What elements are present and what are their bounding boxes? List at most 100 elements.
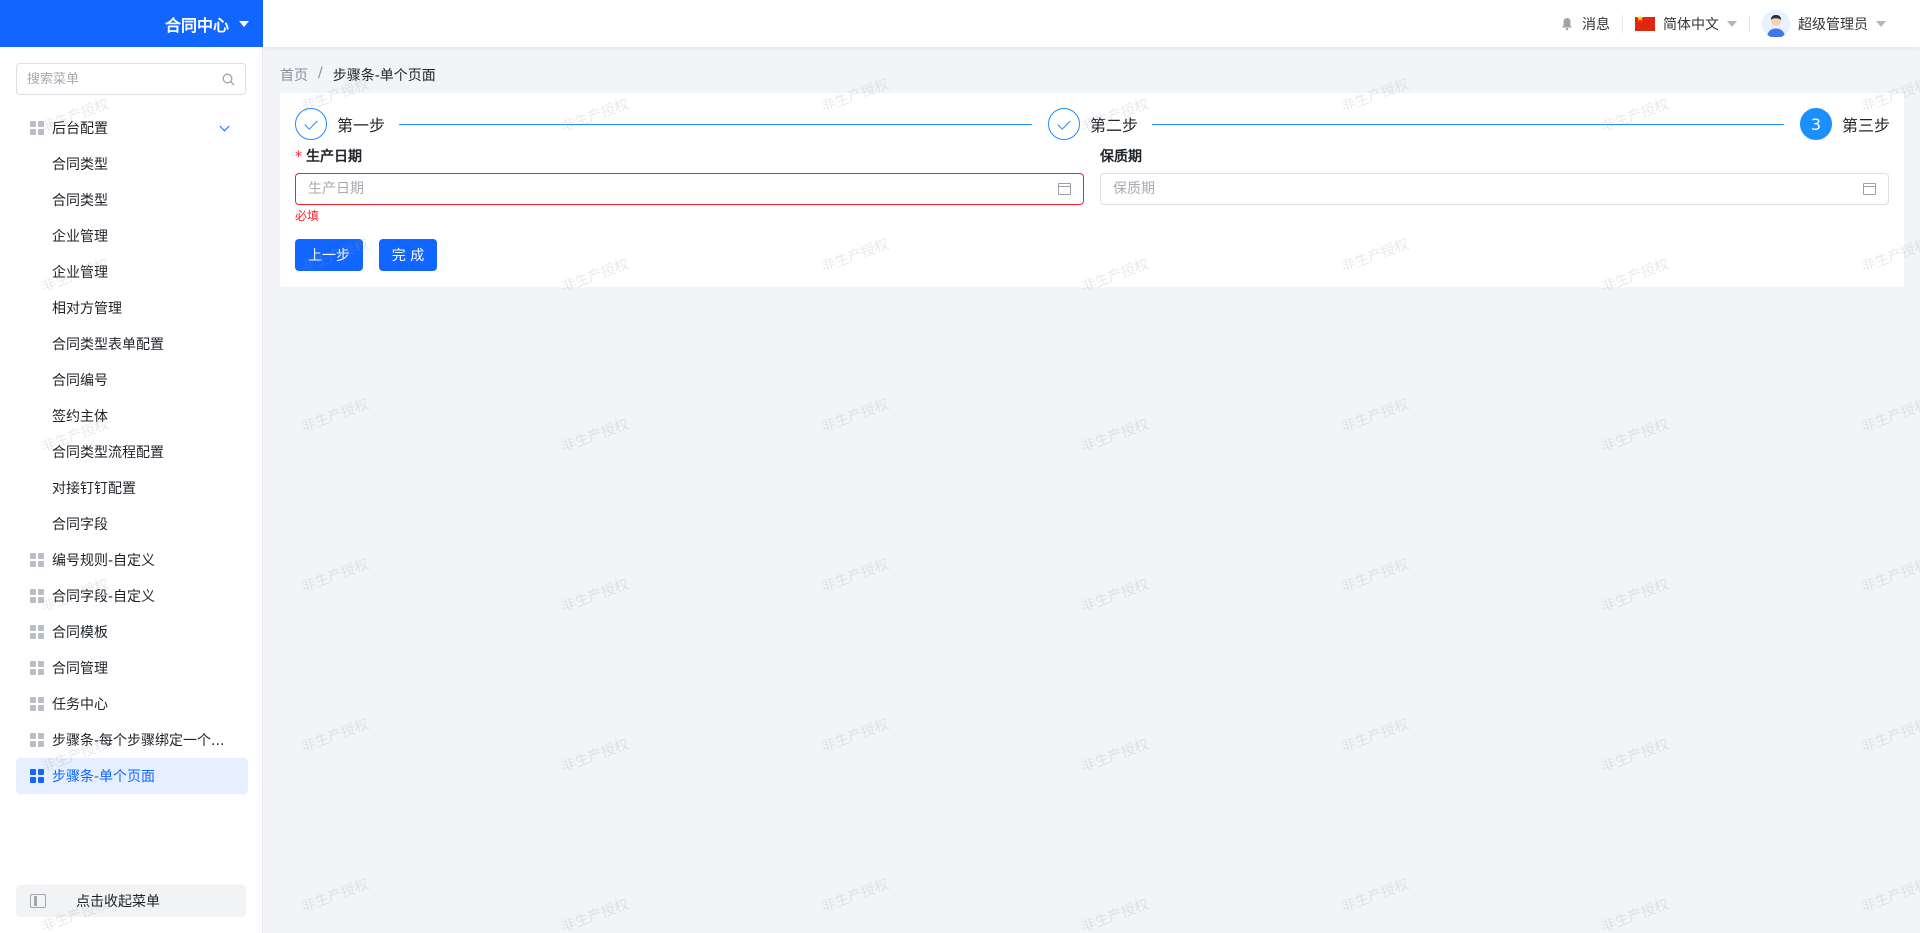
- menu-item-contract-type[interactable]: 合同类型: [16, 146, 248, 182]
- grid-icon: [30, 553, 44, 567]
- finish-button[interactable]: 完 成: [379, 239, 437, 271]
- watermark-text: 非生产授权: [1339, 556, 1411, 596]
- menu-item-contract-type-flow-config[interactable]: 合同类型流程配置: [16, 434, 248, 470]
- menu-search-input[interactable]: [27, 71, 222, 87]
- grid-icon: [30, 625, 44, 639]
- menu-item-steps-multi-page[interactable]: 步骤条-每个步骤绑定一个...: [16, 722, 248, 758]
- watermark-text: 非生产授权: [1599, 896, 1671, 933]
- menu-item-label: 步骤条-单个页面: [52, 769, 156, 785]
- menu-item-label: 合同字段-自定义: [52, 589, 156, 605]
- app-title: 合同中心: [164, 15, 229, 35]
- watermark-text: 非生产授权: [819, 876, 891, 916]
- watermark-text: 非生产授权: [299, 396, 371, 436]
- menu-item-enterprise-management[interactable]: 企业管理: [16, 218, 248, 254]
- menu-item-contract-template[interactable]: 合同模板: [16, 614, 248, 650]
- sidebar-menu: 后台配置 合同类型 合同类型 企业管理 企业管理 相对方管理 合同类型表单配置 …: [16, 110, 248, 794]
- watermark-text: 非生产授权: [1079, 736, 1151, 776]
- menu-item-counterparty-management[interactable]: 相对方管理: [16, 290, 248, 326]
- menu-item-label: 合同编号: [52, 373, 108, 389]
- step-title: 第三步: [1842, 116, 1891, 135]
- menu-item-label: 合同字段: [52, 517, 108, 533]
- step-current-number: 3: [1800, 108, 1832, 140]
- watermark-text: 非生产授权: [299, 716, 371, 756]
- step-finished-icon: [1048, 108, 1080, 140]
- watermark-text: 非生产授权: [299, 556, 371, 596]
- top-bar: 消息 简体中文 超级管理员: [263, 0, 1920, 47]
- menu-item-label: 企业管理: [52, 265, 108, 281]
- menu-search: [16, 63, 246, 95]
- menu-item-contract-field[interactable]: 合同字段: [16, 506, 248, 542]
- menu-item-label: 任务中心: [52, 697, 108, 713]
- grid-icon: [30, 121, 44, 135]
- user-name: 超级管理员: [1798, 16, 1868, 33]
- watermark-text: 非生产授权: [1079, 416, 1151, 456]
- watermark-text: 非生产授权: [1859, 716, 1920, 756]
- calendar-icon[interactable]: [1863, 183, 1876, 195]
- menu-item-numbering-rules[interactable]: 编号规则-自定义: [16, 542, 248, 578]
- menu-item-label: 合同管理: [52, 661, 108, 677]
- step-form-card: 第一步 第二步 3 第三步 *生产日期 必填 保质期 上一步 完 成: [280, 93, 1904, 287]
- shelf-life-label: 保质期: [1100, 149, 1142, 165]
- avatar: [1762, 9, 1790, 38]
- breadcrumb-home-link[interactable]: 首页: [280, 65, 308, 85]
- messages-button[interactable]: 消息: [1548, 0, 1622, 47]
- menu-item-enterprise-management-2[interactable]: 企业管理: [16, 254, 248, 290]
- menu-item-contract-field-custom[interactable]: 合同字段-自定义: [16, 578, 248, 614]
- menu-item-contract-management[interactable]: 合同管理: [16, 650, 248, 686]
- menu-item-task-center[interactable]: 任务中心: [16, 686, 248, 722]
- step-title: 第一步: [337, 116, 386, 135]
- grid-icon: [30, 769, 44, 783]
- menu-item-dingtalk-config[interactable]: 对接钉钉配置: [16, 470, 248, 506]
- watermark-text: 非生产授权: [299, 876, 371, 916]
- step-connector: [1152, 124, 1784, 125]
- watermark-text: 非生产授权: [1079, 576, 1151, 616]
- menu-item-contract-type-2[interactable]: 合同类型: [16, 182, 248, 218]
- watermark-text: 非生产授权: [1339, 876, 1411, 916]
- step-2: 第二步: [1048, 108, 1138, 140]
- user-menu[interactable]: 超级管理员: [1750, 0, 1898, 47]
- step-connector: [399, 124, 1032, 125]
- watermark-text: 非生产授权: [559, 896, 631, 933]
- menu-item-backend-config[interactable]: 后台配置: [16, 110, 248, 146]
- production-date-input[interactable]: [308, 181, 1058, 197]
- production-date-label: * 生产日期: [295, 146, 362, 166]
- menu-item-steps-single-page[interactable]: 步骤条-单个页面: [16, 758, 248, 794]
- shelf-life-picker: [1100, 173, 1889, 205]
- messages-label: 消息: [1582, 16, 1610, 33]
- menu-item-label: 对接钉钉配置: [52, 481, 136, 497]
- menu-item-label: 签约主体: [52, 409, 108, 425]
- watermark-text: 非生产授权: [1079, 896, 1151, 933]
- breadcrumb-separator: /: [318, 65, 323, 81]
- step-3: 3 第三步: [1800, 108, 1890, 140]
- watermark-text: 非生产授权: [1859, 396, 1920, 436]
- watermark-text: 非生产授权: [1339, 396, 1411, 436]
- search-icon[interactable]: [222, 73, 235, 86]
- prev-step-button[interactable]: 上一步: [295, 239, 363, 271]
- watermark-text: 非生产授权: [1599, 736, 1671, 776]
- watermark-text: 非生产授权: [559, 576, 631, 616]
- step-1: 第一步: [295, 108, 385, 140]
- production-date-label-text: 生产日期: [306, 149, 362, 165]
- watermark-text: 非生产授权: [559, 736, 631, 776]
- menu-item-label: 企业管理: [52, 229, 108, 245]
- step-title: 第二步: [1090, 116, 1139, 135]
- breadcrumb: 首页 / 步骤条-单个页面: [280, 65, 436, 85]
- menu-item-signing-entity[interactable]: 签约主体: [16, 398, 248, 434]
- collapse-menu-label: 点击收起菜单: [76, 894, 160, 910]
- shelf-life-input[interactable]: [1113, 181, 1863, 197]
- menu-item-contract-type-form-config[interactable]: 合同类型表单配置: [16, 326, 248, 362]
- menu-item-contract-number[interactable]: 合同编号: [16, 362, 248, 398]
- grid-icon: [30, 697, 44, 711]
- watermark-text: 非生产授权: [559, 416, 631, 456]
- collapse-menu-button[interactable]: 点击收起菜单: [16, 885, 246, 917]
- user-avatar-icon: [1762, 9, 1790, 38]
- grid-icon: [30, 589, 44, 603]
- language-selector[interactable]: 简体中文: [1623, 0, 1749, 47]
- calendar-icon[interactable]: [1058, 183, 1071, 195]
- step-finished-icon: [295, 108, 327, 140]
- grid-icon: [30, 661, 44, 675]
- breadcrumb-current: 步骤条-单个页面: [332, 68, 436, 84]
- production-date-error: 必填: [295, 209, 320, 223]
- app-switcher[interactable]: 合同中心: [0, 0, 263, 47]
- menu-item-label: 合同类型: [52, 193, 108, 209]
